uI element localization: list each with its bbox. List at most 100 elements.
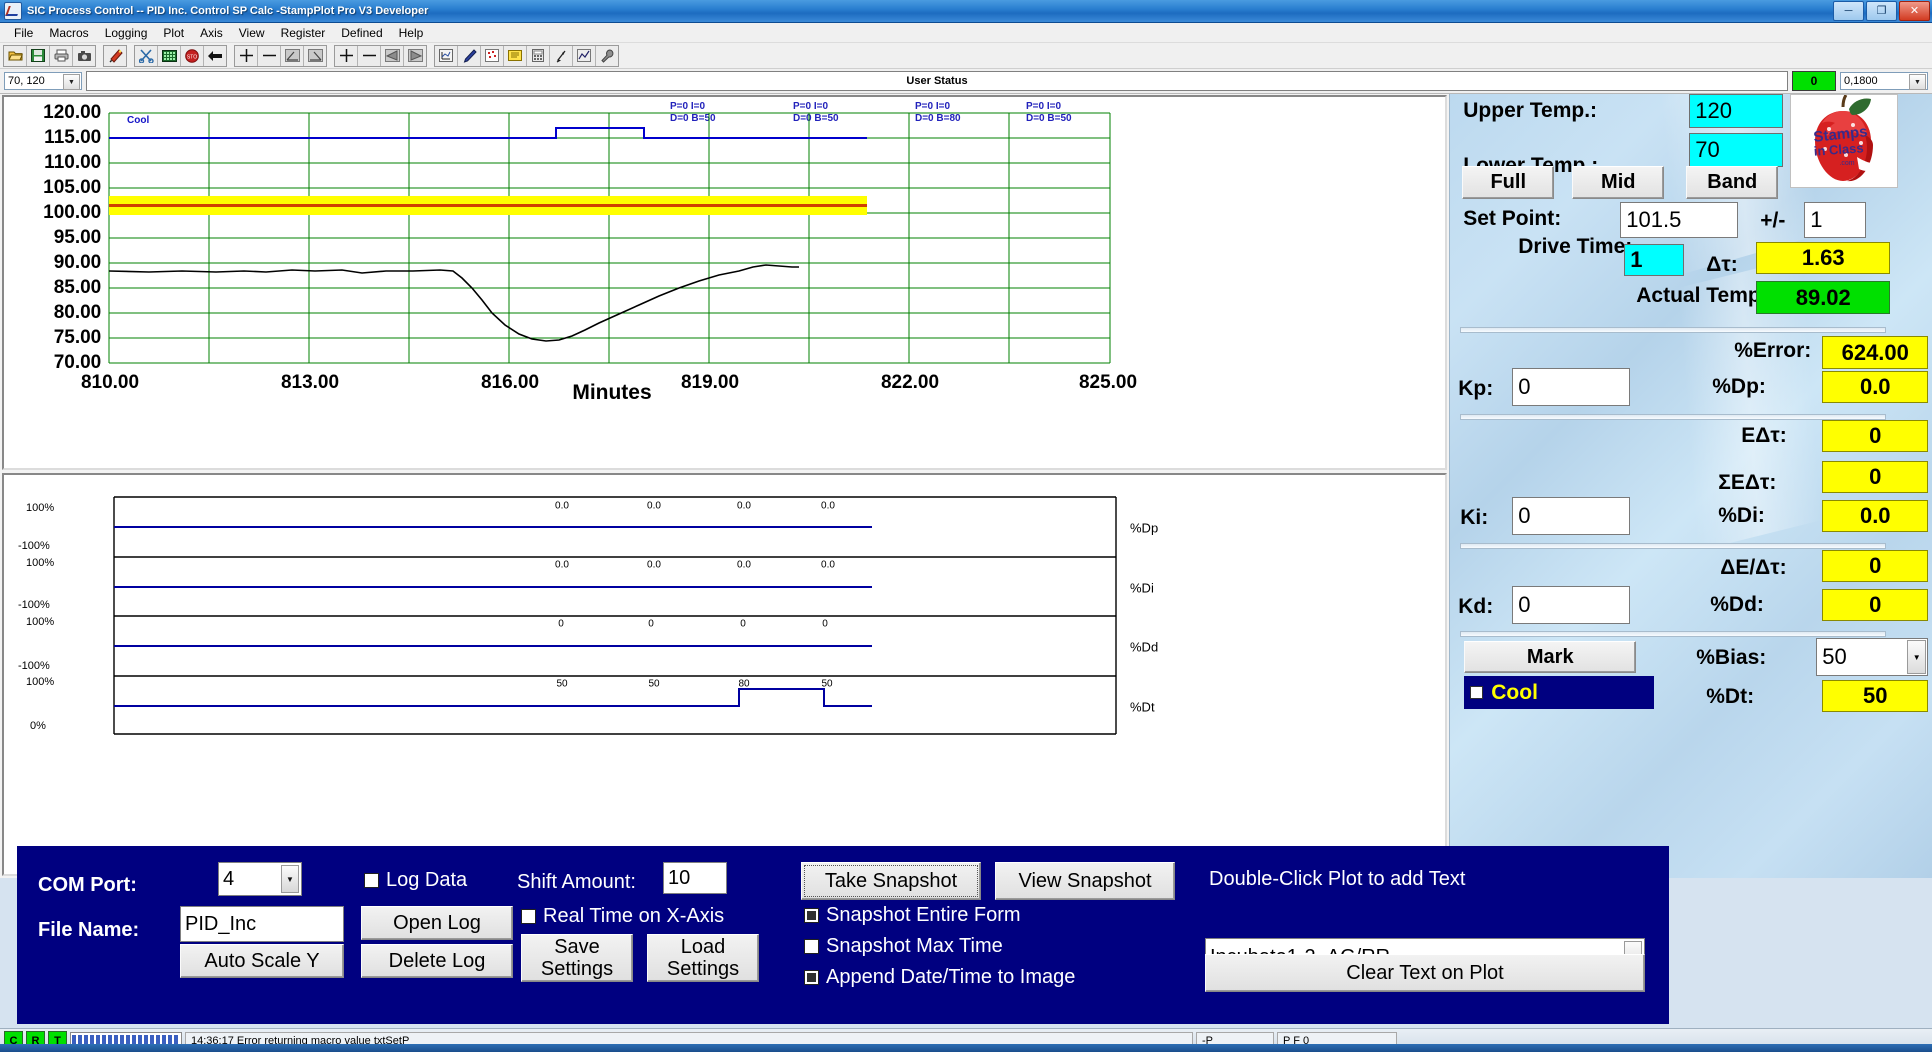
real-time-box[interactable] (521, 909, 536, 924)
menu-item-file[interactable]: File (6, 25, 41, 41)
bias-combo[interactable]: 50 ▼ (1816, 638, 1929, 676)
plus-icon[interactable] (235, 45, 258, 66)
load-settings-button[interactable]: Load Settings (647, 934, 759, 982)
upper-temp-input[interactable]: 120 (1689, 94, 1784, 128)
plot-column: P=0 I=0 D=0 B=50 P=0 I=0 D=0 B=50 P=0 I=… (0, 94, 1450, 878)
plusminus-input[interactable]: 1 (1804, 202, 1867, 238)
snapshot-entire-form-box[interactable] (804, 908, 819, 923)
chevron-down-icon-2[interactable]: ▼ (1909, 74, 1926, 90)
terminal-icon[interactable] (158, 45, 181, 66)
pen-icon[interactable] (458, 45, 481, 66)
zoom-left-icon[interactable] (281, 45, 304, 66)
sparkle-icon[interactable] (481, 45, 504, 66)
note-icon[interactable] (504, 45, 527, 66)
plot-icon[interactable] (435, 45, 458, 66)
back-arrow-icon[interactable] (204, 45, 226, 66)
chevron-down-icon[interactable]: ▼ (63, 74, 80, 90)
time-combo[interactable]: 0,1800 ▼ (1840, 72, 1928, 90)
minus2-icon[interactable] (358, 45, 381, 66)
toolbar-group-file (3, 44, 96, 67)
com-port-combo[interactable]: 4 ▼ (218, 862, 302, 896)
app-icon (4, 2, 22, 20)
append-datetime-checkbox[interactable]: Append Date/Time to Image (804, 966, 1075, 989)
menu-item-help[interactable]: Help (391, 25, 432, 41)
stop-icon[interactable]: STO (181, 45, 204, 66)
file-name-input[interactable]: PID_Inc (180, 906, 344, 942)
kd-input[interactable]: 0 (1512, 586, 1631, 624)
zoom-right-icon[interactable] (304, 45, 326, 66)
view-snapshot-button[interactable]: View Snapshot (995, 862, 1175, 900)
temperature-plot[interactable]: P=0 I=0 D=0 B=50 P=0 I=0 D=0 B=50 P=0 I=… (2, 95, 1448, 470)
calc-icon[interactable] (527, 45, 550, 66)
pan-left-icon[interactable] (381, 45, 404, 66)
log-data-checkbox[interactable]: Log Data (364, 869, 467, 892)
stamps-in-class-logo: Stamps in Class .com (1790, 94, 1899, 188)
user-status-field[interactable]: User Status (86, 71, 1788, 91)
save-settings-button[interactable]: Save Settings (521, 934, 633, 982)
maximize-button[interactable]: ❐ (1866, 1, 1897, 21)
pid-components-plot[interactable]: 100% -100% 100% -100% 100% -100% 100% 0%… (2, 473, 1448, 876)
real-time-checkbox[interactable]: Real Time on X-Axis (521, 905, 724, 928)
menu-item-macros[interactable]: Macros (41, 25, 96, 41)
minimize-button[interactable]: ─ (1833, 1, 1864, 21)
lower-temp-input[interactable]: 70 (1689, 133, 1784, 167)
delete-log-button[interactable]: Delete Log (361, 944, 513, 978)
close-button[interactable]: ✕ (1899, 1, 1930, 21)
snapshot-max-time-checkbox[interactable]: Snapshot Max Time (804, 935, 1003, 958)
log-data-box[interactable] (364, 873, 379, 888)
range-combo[interactable]: 70, 120 ▼ (4, 72, 82, 90)
plus2-icon[interactable] (335, 45, 358, 66)
shift-amount-input[interactable]: 10 (663, 862, 727, 894)
shift-amount-label: Shift Amount: (517, 871, 636, 893)
toolbar-group-xzoom (334, 44, 427, 67)
menu-item-axis[interactable]: Axis (192, 25, 231, 41)
append-datetime-box[interactable] (804, 970, 819, 985)
menu-item-plot[interactable]: Plot (155, 25, 192, 41)
delta-e-delta-tau-value: 0 (1822, 550, 1929, 582)
full-button[interactable]: Full (1462, 166, 1555, 199)
mid-button[interactable]: Mid (1572, 166, 1665, 199)
green-value-indicator: 0 (1792, 71, 1836, 91)
open-icon[interactable] (4, 45, 27, 66)
snapshot-entire-form-checkbox[interactable]: Snapshot Entire Form (804, 904, 1021, 927)
camera-icon[interactable] (73, 45, 95, 66)
wrench-icon[interactable] (596, 45, 618, 66)
cool-toggle[interactable]: Cool (1464, 676, 1655, 709)
error-value: 624.00 (1822, 336, 1929, 369)
upper-temp-label: Upper Temp.: (1463, 99, 1598, 122)
delta-tau-label: Δτ: (1706, 253, 1738, 276)
minus-icon[interactable] (258, 45, 281, 66)
menu-item-view[interactable]: View (231, 25, 273, 41)
save-icon[interactable] (27, 45, 50, 66)
sum-e-delta-tau-label: ΣEΔτ: (1718, 471, 1777, 494)
cool-checkbox[interactable] (1470, 686, 1484, 699)
pointer-icon[interactable] (550, 45, 573, 66)
graph-icon[interactable] (573, 45, 596, 66)
print-icon[interactable] (50, 45, 73, 66)
snapshot-max-time-box[interactable] (804, 939, 819, 954)
menu-item-defined[interactable]: Defined (333, 25, 390, 41)
setpoint-input[interactable]: 101.5 (1620, 202, 1739, 238)
chevron-down-icon-com[interactable]: ▼ (281, 865, 299, 893)
ki-input[interactable]: 0 (1512, 497, 1631, 535)
drive-time-label: Drive Time: (1518, 235, 1632, 259)
clear-text-button[interactable]: Clear Text on Plot (1205, 954, 1645, 992)
band-button[interactable]: Band (1686, 166, 1779, 199)
scissors-icon[interactable] (135, 45, 158, 66)
auto-scale-y-button[interactable]: Auto Scale Y (180, 944, 344, 978)
divider-4 (1460, 631, 1887, 637)
status-row: 70, 120 ▼ User Status 0 0,1800 ▼ (0, 69, 1932, 94)
pan-right-icon[interactable] (404, 45, 426, 66)
sum-e-delta-tau-value: 0 (1822, 461, 1929, 493)
menu-bar: File Macros Logging Plot Axis View Regis… (0, 23, 1932, 43)
dt-label: %Dt: (1706, 685, 1755, 708)
open-log-button[interactable]: Open Log (361, 906, 513, 940)
menu-item-register[interactable]: Register (273, 25, 334, 41)
kp-input[interactable]: 0 (1512, 368, 1631, 406)
wand-icon[interactable] (104, 45, 126, 66)
take-snapshot-button[interactable]: Take Snapshot (801, 862, 981, 900)
menu-item-logging[interactable]: Logging (97, 25, 156, 41)
chevron-down-icon-bias[interactable]: ▼ (1907, 640, 1927, 674)
drive-time-value[interactable]: 1 (1624, 244, 1685, 276)
mark-button[interactable]: Mark (1464, 641, 1637, 673)
